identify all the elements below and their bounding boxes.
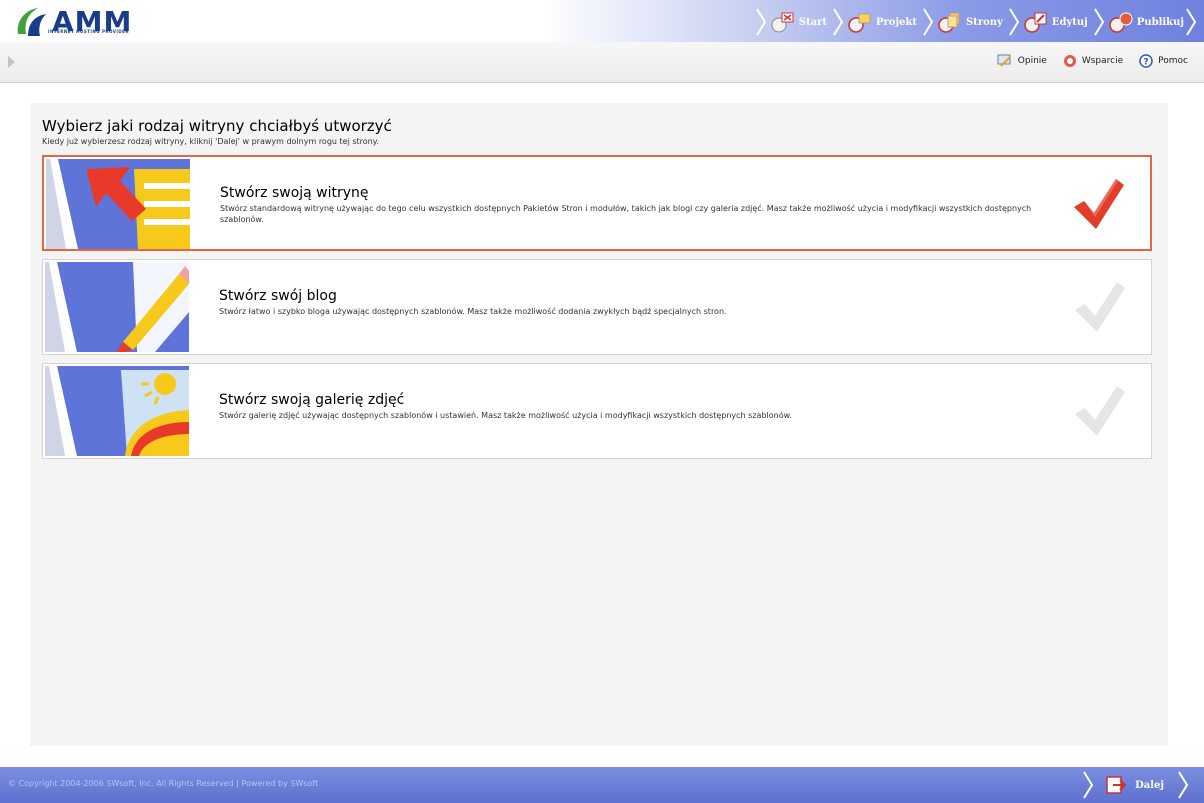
option-description: Stwórz galerię zdjęć używając dostępnych… (219, 411, 792, 420)
nav-label: Projekt (875, 16, 917, 28)
next-button-label: Dalej (1135, 779, 1164, 791)
edit-icon (1024, 12, 1047, 33)
blog-pencil-icon (45, 262, 189, 352)
nav-step-publikuj[interactable]: Publikuj (1092, 7, 1198, 37)
pages-icon (938, 12, 960, 33)
chevron-right-icon (1093, 8, 1104, 36)
collapse-arrow-icon[interactable] (8, 56, 15, 68)
help-icon: ? (1139, 54, 1153, 68)
gallery-sun-icon (45, 366, 189, 456)
wizard-nav: Start Projekt Strony Edytuj Publikuj (750, 6, 1198, 38)
feedback-link[interactable]: Opinie (997, 54, 1047, 68)
publish-icon (1109, 12, 1133, 33)
toolbar: Opinie Wsparcie ? Pomoc (0, 42, 1204, 83)
site-type-panel: Wybierz jaki rodzaj witryny chciałbyś ut… (30, 103, 1168, 746)
nav-step-strony[interactable]: Strony (921, 7, 1003, 37)
nav-step-start[interactable]: Start (754, 7, 827, 37)
feedback-icon (997, 54, 1011, 67)
start-icon (771, 12, 794, 33)
page-subtitle: Kiedy już wybierzesz rodzaj witryny, kli… (42, 137, 379, 146)
svg-text:?: ? (1144, 58, 1149, 68)
option-website[interactable]: Stwórz swoją witrynę Stwórz standardową … (42, 155, 1152, 251)
nav-label: Strony (965, 16, 1003, 28)
chevron-right-icon (1083, 771, 1094, 799)
option-title: Stwórz swoją witrynę (220, 185, 369, 201)
next-page-icon (1106, 776, 1127, 794)
chevron-right-icon (1186, 8, 1197, 36)
project-icon (848, 13, 871, 33)
chevron-right-icon (833, 8, 844, 36)
nav-label: Edytuj (1051, 16, 1088, 28)
nav-label: Publikuj (1136, 16, 1184, 28)
option-description: Stwórz standardową witrynę używając do t… (220, 204, 1032, 224)
feedback-label: Opinie (1017, 56, 1047, 66)
copyright-text: © Copyright 2004-2006 SWsoft, Inc. All R… (8, 779, 319, 788)
support-icon (1063, 55, 1076, 67)
check-unselected-icon (1075, 282, 1125, 332)
chevron-right-icon (1178, 771, 1189, 799)
support-link[interactable]: Wsparcie (1063, 54, 1123, 68)
chevron-right-icon (755, 8, 766, 36)
option-title: Stwórz swój blog (219, 288, 337, 304)
toolbar-links: Opinie Wsparcie ? Pomoc (981, 54, 1188, 68)
help-link[interactable]: ? Pomoc (1139, 54, 1188, 68)
chevron-right-icon (923, 8, 934, 36)
check-selected-icon (1074, 179, 1124, 229)
footer: © Copyright 2004-2006 SWsoft, Inc. All R… (0, 767, 1204, 803)
nav-step-edytuj[interactable]: Edytuj (1007, 7, 1088, 37)
chevron-right-icon (1009, 8, 1020, 36)
next-button[interactable]: Dalej (1081, 769, 1190, 801)
help-label: Pomoc (1158, 56, 1188, 66)
support-label: Wsparcie (1081, 56, 1124, 66)
option-blog[interactable]: Stwórz swój blog Stwórz łatwo i szybko b… (42, 259, 1152, 355)
nav-label: Start (798, 16, 827, 28)
nav-step-projekt[interactable]: Projekt (831, 7, 917, 37)
option-title: Stwórz swoją galerię zdjęć (219, 392, 405, 408)
check-unselected-icon (1075, 386, 1125, 436)
website-icon (46, 159, 190, 249)
header: AMM INTERNET HOSTING PROVIDER Start Proj… (0, 0, 1204, 42)
page-title: Wybierz jaki rodzaj witryny chciałbyś ut… (42, 117, 392, 135)
option-gallery[interactable]: Stwórz swoją galerię zdjęć Stwórz galeri… (42, 363, 1152, 459)
logo-subtitle: INTERNET HOSTING PROVIDER (48, 29, 129, 34)
logo-mark-icon (17, 8, 46, 36)
option-description: Stwórz łatwo i szybko bloga używając dos… (219, 307, 727, 316)
